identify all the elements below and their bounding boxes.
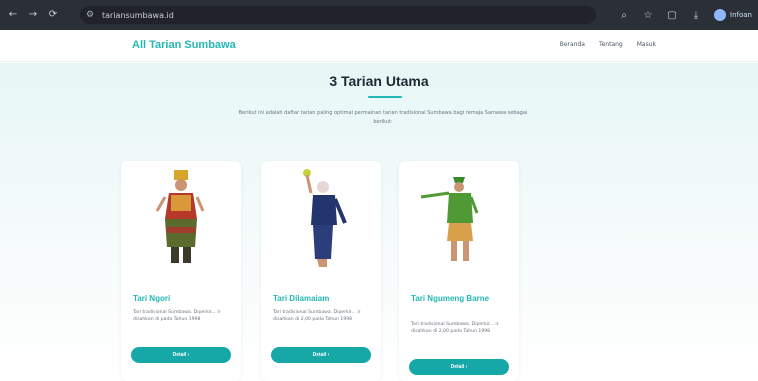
browser-toolbar: ← → ⟳ ⚙ tariansumbawa.id ⌕ ☆ ▢ ⤓ Infoan <box>0 0 758 30</box>
card-title: Tari Ngumeng Barne <box>411 294 490 303</box>
site-info-icon[interactable]: ⚙ <box>86 10 96 20</box>
profile-name: Infoan <box>730 11 752 19</box>
card-title: Tari Dilamaiam <box>273 294 330 303</box>
card-description: Tari tradisional Sumbawa. Diperkir... ir… <box>273 310 361 322</box>
card-title: Tari Ngori <box>133 294 171 303</box>
toolbar-actions: ⌕ ☆ ▢ ⤓ Infoan <box>618 6 752 24</box>
detail-button[interactable]: Detail › <box>131 347 231 363</box>
card-description: Tari tradisional Sumbawa. Diperkir... ir… <box>133 310 221 322</box>
dance-card: Tari Ngori Tari tradisional Sumbawa. Dip… <box>121 161 241 381</box>
card-description: Tari tradisional Sumbawa. Diperkir... ir… <box>411 322 499 334</box>
address-bar[interactable]: ⚙ tariansumbawa.id <box>80 6 596 24</box>
dancer-image <box>420 177 479 261</box>
detail-button[interactable]: Detail › <box>409 359 509 375</box>
brand-logo[interactable]: All Tarian Sumbawa <box>132 39 236 51</box>
dance-card: Tari Ngumeng Barne Tari tradisional Sumb… <box>399 161 519 381</box>
title-underline <box>368 96 402 98</box>
dancer-image <box>155 170 205 263</box>
main-menu: Beranda Tentang Masuk <box>560 41 656 48</box>
dance-card: Tari Dilamaiam Tari tradisional Sumbawa.… <box>261 161 381 381</box>
download-icon[interactable]: ⤓ <box>690 10 702 21</box>
main-content: 3 Tarian Utama Berikut ini adalah daftar… <box>0 63 758 381</box>
address-bar-url: tariansumbawa.id <box>102 10 174 20</box>
star-icon[interactable]: ☆ <box>642 10 654 21</box>
back-icon[interactable]: ← <box>6 8 20 22</box>
intro-text: Berikut ini adalah daftar tarian paling … <box>238 110 528 125</box>
avatar <box>714 9 727 21</box>
page-title: 3 Tarian Utama <box>329 73 429 89</box>
menu-item-masuk[interactable]: Masuk <box>637 41 656 48</box>
search-icon[interactable]: ⌕ <box>618 10 630 21</box>
forward-icon[interactable]: → <box>26 8 40 22</box>
site-header: All Tarian Sumbawa Beranda Tentang Masuk <box>0 30 758 62</box>
menu-item-tentang[interactable]: Tentang <box>599 41 623 48</box>
reload-icon[interactable]: ⟳ <box>46 8 60 22</box>
extensions-icon[interactable]: ▢ <box>666 10 678 21</box>
detail-button[interactable]: Detail › <box>271 347 371 363</box>
dancer-image <box>303 169 347 267</box>
menu-item-beranda[interactable]: Beranda <box>560 41 585 48</box>
profile-button[interactable]: Infoan <box>714 9 752 21</box>
